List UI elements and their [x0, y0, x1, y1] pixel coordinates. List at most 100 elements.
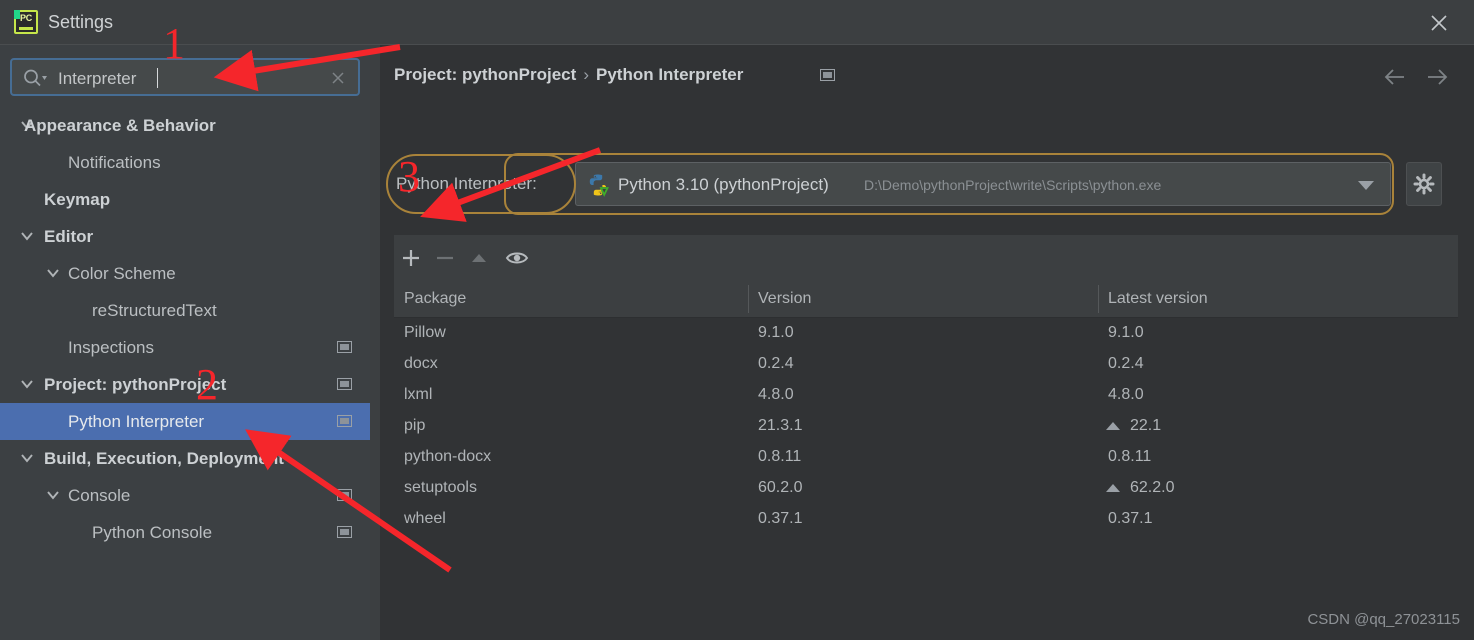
chevron-down-icon[interactable]	[46, 255, 60, 292]
sidebar-item-label: Keymap	[44, 190, 111, 209]
package-version-cell: 0.2.4	[758, 355, 794, 372]
package-name-cell: pip	[404, 417, 426, 434]
package-version-cell: 9.1.0	[758, 324, 794, 341]
column-header-latest-version[interactable]: Latest version	[1098, 281, 1458, 317]
search-input[interactable]: Interpreter	[58, 66, 136, 92]
breadcrumb: Project: pythonProject › Python Interprete…	[394, 63, 743, 87]
sidebar-item-build-execution-deployment[interactable]: Build, Execution, Deployment	[0, 440, 370, 477]
packages-toolbar	[394, 235, 1458, 281]
window-title: Settings	[48, 12, 114, 32]
package-latest-version-cell: 62.2.0	[1098, 472, 1458, 503]
latest-version-text: 62.2.0	[1130, 479, 1175, 496]
sidebar-item-label: Color Scheme	[68, 264, 176, 283]
package-name-cell: lxml	[404, 386, 433, 403]
gear-icon[interactable]	[1406, 162, 1442, 206]
interpreter-path: D:\Demo\pythonProject\write\Scripts\pyth…	[864, 177, 1162, 193]
sidebar-item-label: Console	[68, 486, 131, 505]
pycharm-logo-icon: PC	[14, 10, 38, 34]
column-header-package[interactable]: Package	[394, 281, 748, 317]
chevron-down-icon[interactable]	[20, 218, 34, 255]
close-icon[interactable]	[1426, 10, 1452, 36]
project-scope-icon	[337, 341, 352, 353]
sidebar-item-editor[interactable]: Editor	[0, 218, 370, 255]
sidebar-item-inspections[interactable]: Inspections	[0, 329, 370, 366]
package-name-cell: docx	[404, 355, 438, 372]
sidebar-item-label: reStructuredText	[92, 301, 217, 320]
sidebar-item-label: Appearance & Behavior	[24, 116, 216, 135]
eye-icon[interactable]	[504, 246, 530, 270]
package-name-cell: Pillow	[404, 324, 446, 341]
breadcrumb-parent[interactable]: Project: pythonProject	[394, 65, 576, 84]
sidebar-item-label: Inspections	[68, 338, 154, 357]
sidebar-item-label: Notifications	[68, 153, 161, 172]
python-interpreter-dropdown[interactable]: Python 3.10 (pythonProject) D:\Demo\pyth…	[575, 162, 1391, 206]
triangle-up-icon[interactable]	[1106, 484, 1120, 492]
settings-sidebar: Interpreter Appearance & Behavior Notific…	[0, 45, 370, 640]
sidebar-item-color-scheme[interactable]: Color Scheme	[0, 255, 370, 292]
breadcrumb-separator: ›	[583, 65, 589, 84]
package-name-cell: python-docx	[404, 448, 492, 465]
settings-tree: Appearance & Behavior Notifications Keymap…	[0, 107, 370, 551]
package-latest-version-cell: 22.1	[1098, 410, 1458, 441]
package-version-cell: 4.8.0	[758, 386, 794, 403]
sidebar-item-python-interpreter[interactable]: Python Interpreter	[0, 403, 370, 440]
project-scope-icon	[820, 69, 835, 81]
table-row[interactable]: lxml 4.8.0 4.8.0	[394, 379, 1458, 410]
package-version-cell: 21.3.1	[758, 417, 803, 434]
table-row[interactable]: docx 0.2.4 0.2.4	[394, 348, 1458, 379]
search-field[interactable]: Interpreter	[10, 58, 360, 96]
sidebar-item-restructuredtext[interactable]: reStructuredText	[0, 292, 370, 329]
text-caret	[157, 68, 158, 88]
arrow-left-icon[interactable]	[1382, 67, 1408, 87]
sidebar-item-label: Editor	[44, 227, 94, 246]
package-latest-version-cell: 0.37.1	[1098, 503, 1458, 534]
package-latest-version-cell: 0.8.11	[1098, 441, 1458, 472]
annotation-number-1: 1	[163, 19, 185, 68]
table-row[interactable]: Pillow 9.1.0 9.1.0	[394, 317, 1458, 348]
search-icon[interactable]	[22, 68, 48, 88]
package-version-cell: 0.37.1	[758, 510, 803, 527]
package-latest-version-cell: 9.1.0	[1098, 317, 1458, 348]
package-name-cell: wheel	[404, 510, 446, 527]
latest-version-text: 22.1	[1130, 417, 1162, 434]
annotation-number-3: 3	[398, 152, 420, 201]
package-latest-version-cell: 4.8.0	[1098, 379, 1458, 410]
column-header-version[interactable]: Version	[748, 281, 1098, 317]
sidebar-item-notifications[interactable]: Notifications	[0, 144, 370, 181]
breadcrumb-current: Python Interpreter	[595, 65, 744, 84]
latest-version-text: 0.2.4	[1108, 355, 1144, 372]
project-scope-icon	[337, 526, 352, 538]
python-venv-icon	[586, 173, 610, 197]
plus-icon[interactable]	[398, 246, 424, 270]
sidebar-item-project-pythonproject[interactable]: Project: pythonProject	[0, 366, 370, 403]
table-row[interactable]: setuptools 60.2.0 62.2.0	[394, 472, 1458, 503]
project-scope-icon	[337, 378, 352, 390]
arrow-right-icon[interactable]	[1424, 67, 1450, 87]
sidebar-item-python-console[interactable]: Python Console	[0, 514, 370, 551]
chevron-down-icon[interactable]	[1358, 181, 1374, 190]
table-row[interactable]: python-docx 0.8.11 0.8.11	[394, 441, 1458, 472]
main-panel: Project: pythonProject › Python Interprete…	[380, 45, 1474, 640]
package-name-cell: setuptools	[404, 479, 477, 496]
interpreter-name: Python 3.10 (pythonProject)	[618, 175, 829, 194]
sidebar-item-label: Python Console	[92, 523, 213, 542]
latest-version-text: 9.1.0	[1108, 324, 1144, 341]
table-row[interactable]: wheel 0.37.1 0.37.1	[394, 503, 1458, 534]
sidebar-item-appearance-behavior[interactable]: Appearance & Behavior	[0, 107, 370, 144]
sidebar-item-console[interactable]: Console	[0, 477, 370, 514]
chevron-down-icon[interactable]	[46, 477, 60, 514]
chevron-down-icon[interactable]	[20, 366, 34, 403]
clear-icon[interactable]	[328, 68, 348, 88]
table-row[interactable]: pip 21.3.1 22.1	[394, 410, 1458, 441]
project-scope-icon	[337, 415, 352, 427]
triangle-up-icon[interactable]	[1106, 422, 1120, 430]
sidebar-item-keymap[interactable]: Keymap	[0, 181, 370, 218]
project-scope-icon	[337, 489, 352, 501]
latest-version-text: 4.8.0	[1108, 386, 1144, 403]
chevron-down-icon[interactable]	[20, 440, 34, 477]
settings-window: PC Settings Interpreter Appearance & Beh…	[0, 0, 1474, 640]
latest-version-text: 0.37.1	[1108, 510, 1153, 527]
table-header: Package Version Latest version	[394, 281, 1458, 318]
package-version-cell: 0.8.11	[758, 448, 802, 465]
latest-version-text: 0.8.11	[1108, 448, 1152, 465]
